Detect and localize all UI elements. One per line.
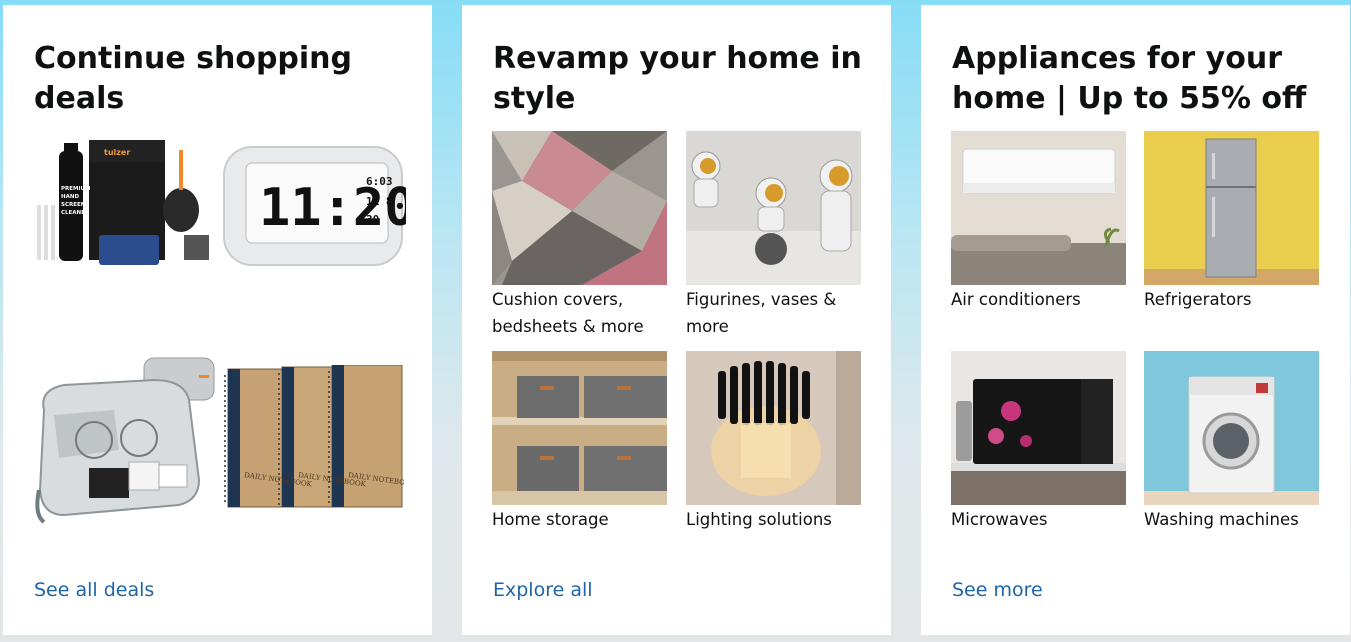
figurines-image	[686, 131, 861, 285]
svg-text:6:03: 6:03	[366, 175, 393, 188]
tile-caption: Washing machines	[1144, 510, 1299, 529]
kit-brand: tulzer	[104, 148, 130, 157]
notebooks-image: DAILY NOTEBOOK DAILY NOTEBOOK DAILY NOTE…	[224, 365, 404, 508]
see-more-link[interactable]: See more	[952, 579, 1043, 601]
see-all-deals-link[interactable]: See all deals	[34, 579, 154, 601]
deals-card: Continue shopping deals tulzer PREMIUM H…	[3, 5, 432, 635]
appliances-card: Appliances for your home | Up to 55% off…	[921, 5, 1350, 635]
tile-caption: Microwaves	[951, 510, 1048, 529]
organizer-pouch-image	[35, 357, 215, 524]
tile-lighting[interactable]: Lighting solutions	[686, 351, 861, 533]
tile-home-storage[interactable]: Home storage	[492, 351, 667, 533]
tile-microwaves[interactable]: Microwaves	[951, 351, 1126, 533]
tile-air-conditioners[interactable]: Air conditioners	[951, 131, 1126, 313]
product-cleaning-kit[interactable]: tulzer PREMIUM HAND SCREEN CLEANER	[34, 135, 214, 275]
tile-cushion-covers[interactable]: Cushion covers, bedsheets & more	[492, 131, 667, 340]
product-notebooks[interactable]: DAILY NOTEBOOK DAILY NOTEBOOK DAILY NOTE…	[222, 365, 404, 510]
svg-text:PREMIUM: PREMIUM	[61, 186, 90, 192]
tile-figurines[interactable]: Figurines, vases & more	[686, 131, 861, 340]
rug-image	[492, 131, 667, 285]
tile-caption: Refrigerators	[1144, 290, 1252, 309]
product-organizer-pouch[interactable]	[34, 350, 219, 525]
tile-caption: Figurines, vases & more	[686, 290, 837, 336]
card-title: Continue shopping deals	[34, 41, 353, 116]
washing-machine-image	[1144, 351, 1319, 505]
storage-image	[492, 351, 667, 505]
card-title: Appliances for your home | Up to 55% off	[952, 41, 1307, 116]
alarm-clock-image: 11:20 6:03 11 8 30	[223, 146, 406, 266]
svg-text:SCREEN: SCREEN	[61, 202, 86, 208]
cleaning-kit-image: tulzer PREMIUM HAND SCREEN CLEANER	[37, 140, 209, 265]
tile-washing-machines[interactable]: Washing machines	[1144, 351, 1319, 533]
svg-text:11 8: 11 8	[366, 195, 393, 208]
tile-caption: Air conditioners	[951, 290, 1081, 309]
tile-caption: Cushion covers, bedsheets & more	[492, 290, 644, 336]
tile-refrigerators[interactable]: Refrigerators	[1144, 131, 1319, 313]
refrigerator-image	[1144, 131, 1319, 285]
tile-caption: Home storage	[492, 510, 609, 529]
revamp-home-card: Revamp your home in style Cushion covers…	[462, 5, 891, 635]
explore-all-link[interactable]: Explore all	[493, 579, 593, 601]
svg-text:HAND: HAND	[61, 194, 79, 200]
lighting-image	[686, 351, 861, 505]
microwave-image	[951, 351, 1126, 505]
card-title: Revamp your home in style	[493, 41, 862, 116]
ac-image	[951, 131, 1126, 285]
tile-caption: Lighting solutions	[686, 510, 832, 529]
product-alarm-clock[interactable]: 11:20 6:03 11 8 30	[221, 145, 406, 270]
svg-text:CLEANER: CLEANER	[61, 210, 90, 216]
svg-text:30: 30	[366, 213, 379, 226]
